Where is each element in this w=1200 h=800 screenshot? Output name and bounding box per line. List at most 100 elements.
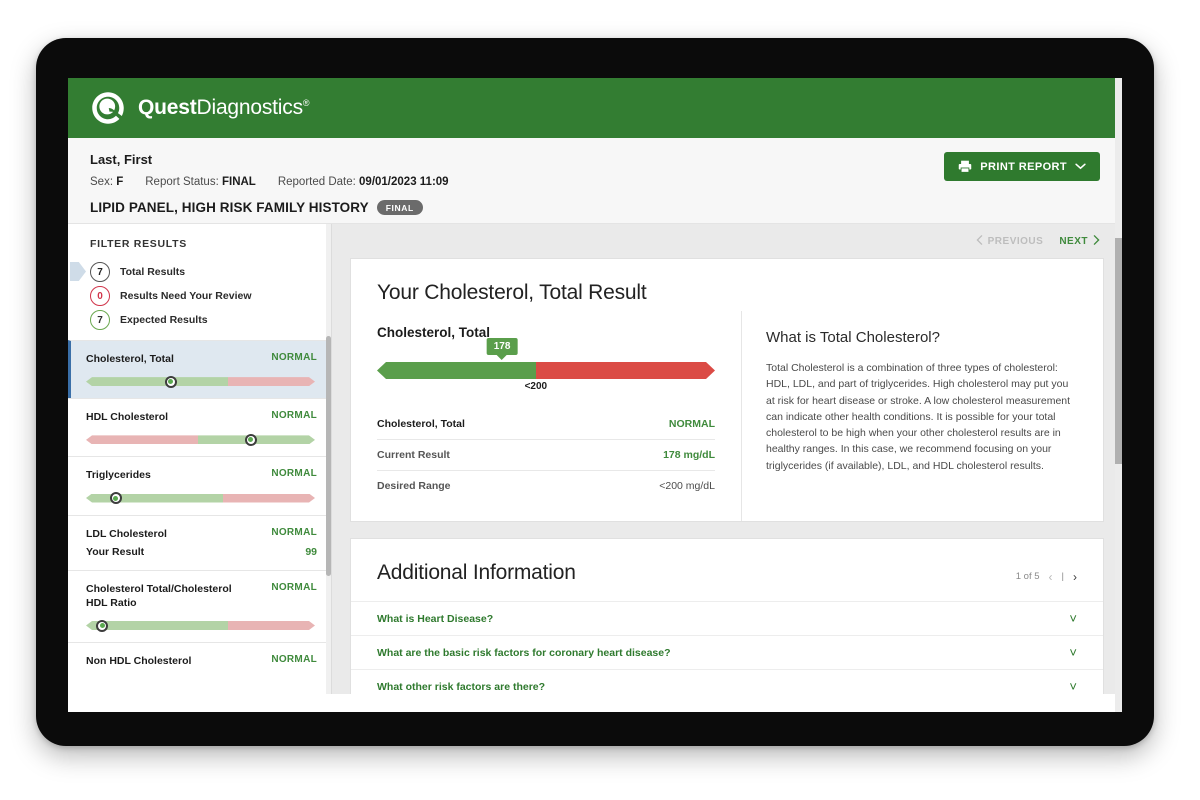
explanation-body: Total Cholesterol is a combination of th… <box>766 360 1077 474</box>
patient-sex-label: Sex: <box>90 176 113 188</box>
range-segment-abnormal <box>223 494 315 503</box>
range-segment-abnormal <box>228 377 315 386</box>
previous-result-button[interactable]: PREVIOUS <box>976 235 1044 248</box>
status-badge: NORMAL <box>271 352 317 363</box>
result-pager: PREVIOUS NEXT <box>332 224 1122 258</box>
content-area: FILTER RESULTS 7 Total Results 0 Results… <box>68 224 1122 694</box>
filter-total-results[interactable]: 7 Total Results <box>68 260 331 284</box>
patient-sex-value: F <box>116 176 123 188</box>
gauge-track <box>377 362 715 379</box>
results-sidebar: FILTER RESULTS 7 Total Results 0 Results… <box>68 224 332 694</box>
filter-results-heading: FILTER RESULTS <box>68 224 331 260</box>
printer-icon <box>958 160 972 173</box>
reported-date-label: Reported Date: <box>278 176 356 188</box>
table-row: Desired Range <200 mg/dL <box>377 471 715 501</box>
panel-title: LIPID PANEL, HIGH RISK FAMILY HISTORY <box>90 200 369 215</box>
row-value: 178 mg/dL <box>663 449 715 461</box>
list-item[interactable]: LDL Cholesterol NORMAL Your Result 99 <box>68 515 331 570</box>
table-row: Current Result 178 mg/dL <box>377 440 715 471</box>
status-badge: NORMAL <box>271 410 317 421</box>
quest-q-logo-icon <box>90 90 126 126</box>
status-badge: FINAL <box>377 200 423 215</box>
filter-needs-review[interactable]: 0 Results Need Your Review <box>68 284 331 308</box>
active-filter-marker-icon <box>70 262 86 281</box>
result-measurement-column: Cholesterol, Total 178 <200 <box>351 311 741 521</box>
list-item[interactable]: Cholesterol Total/Cholesterol HDL Ratio … <box>68 570 331 642</box>
list-item[interactable]: HDL Cholesterol NORMAL <box>68 398 331 456</box>
mini-range-track <box>86 621 315 630</box>
mini-range-track <box>86 435 315 444</box>
brand-wordmark: QuestDiagnostics® <box>138 96 309 120</box>
filter-count-badge: 7 <box>90 310 110 330</box>
patient-header: Last, First Sex: F Report Status: FINAL … <box>68 138 1122 224</box>
explanation-heading: What is Total Cholesterol? <box>766 329 1077 346</box>
row-label: Desired Range <box>377 480 451 492</box>
table-row: Cholesterol, Total NORMAL <box>377 409 715 440</box>
additional-information-pager: 1 of 5 ‹ | › <box>1016 570 1077 584</box>
range-marker-icon <box>165 376 177 388</box>
patient-sex: Sex: F <box>90 176 123 188</box>
list-item-name: Cholesterol, Total <box>86 352 174 366</box>
report-status: Report Status: FINAL <box>145 176 256 188</box>
report-status-label: Report Status: <box>145 176 219 188</box>
tablet-screen: QuestDiagnostics® Last, First Sex: F Rep… <box>68 78 1122 712</box>
chevron-right-icon <box>1093 235 1100 248</box>
range-marker-icon <box>96 620 108 632</box>
filter-count-badge: 0 <box>90 286 110 306</box>
screenshot-stage: QuestDiagnostics® Last, First Sex: F Rep… <box>0 0 1200 800</box>
result-detail-card: Your Cholesterol, Total Result Cholester… <box>350 258 1104 522</box>
result-test-name: Cholesterol, Total <box>377 325 715 340</box>
sidebar-scrollbar-thumb[interactable] <box>326 336 331 576</box>
gauge-threshold-label: <200 <box>525 381 548 392</box>
result-values-table: Cholesterol, Total NORMAL Current Result… <box>377 409 715 501</box>
sidebar-inner: FILTER RESULTS 7 Total Results 0 Results… <box>68 224 331 680</box>
status-badge: NORMAL <box>271 527 317 538</box>
brand-name-bold: Quest <box>138 96 197 119</box>
chevron-right-icon[interactable]: › <box>1073 570 1077 584</box>
filter-expected-results[interactable]: 7 Expected Results <box>68 308 331 332</box>
filter-label: Total Results <box>120 266 185 278</box>
brand-trademark: ® <box>303 98 309 108</box>
filter-label: Results Need Your Review <box>120 290 252 302</box>
chevron-down-icon[interactable]: ˅ <box>1069 612 1077 625</box>
additional-information-title: Additional Information <box>377 561 576 585</box>
brand-name-light: Diagnostics <box>197 96 303 119</box>
accordion-item-heart-disease[interactable]: What is Heart Disease? ˅ <box>351 601 1103 635</box>
page-scrollbar-thumb[interactable] <box>1115 238 1122 464</box>
gauge-value-flag: 178 <box>487 338 518 355</box>
list-item-header: LDL Cholesterol NORMAL <box>86 527 317 541</box>
status-badge: NORMAL <box>271 468 317 479</box>
next-label: NEXT <box>1059 236 1088 247</box>
list-item-name: Triglycerides <box>86 468 151 482</box>
accordion-item-other-risk-factors[interactable]: What other risk factors are there? ˅ <box>351 669 1103 694</box>
list-item-name: Cholesterol Total/Cholesterol HDL Ratio <box>86 582 246 610</box>
your-result-value: 99 <box>305 546 317 558</box>
row-value: NORMAL <box>669 418 715 430</box>
list-item-subrow: Your Result 99 <box>86 546 317 558</box>
page-scrollbar[interactable] <box>1115 78 1122 712</box>
print-report-label: PRINT REPORT <box>980 161 1067 173</box>
list-item-name: HDL Cholesterol <box>86 410 168 424</box>
mini-range-bar <box>86 494 315 503</box>
tablet-device-frame: QuestDiagnostics® Last, First Sex: F Rep… <box>36 38 1154 746</box>
page-title: Your Cholesterol, Total Result <box>351 259 1103 311</box>
chevron-down-icon[interactable]: ˅ <box>1069 680 1077 693</box>
gauge-segment-normal <box>377 362 536 379</box>
next-result-button[interactable]: NEXT <box>1059 235 1100 248</box>
list-item-header: Non HDL Cholesterol NORMAL <box>86 654 317 668</box>
chevron-left-icon[interactable]: ‹ <box>1049 570 1053 584</box>
sidebar-scrollbar[interactable] <box>326 224 331 694</box>
previous-label: PREVIOUS <box>988 236 1044 247</box>
range-segment-abnormal <box>228 621 315 630</box>
print-report-button[interactable]: PRINT REPORT <box>944 152 1100 181</box>
range-segment-normal <box>86 494 223 503</box>
list-item[interactable]: Triglycerides NORMAL <box>68 456 331 514</box>
filter-count-badge: 7 <box>90 262 110 282</box>
brand-header: QuestDiagnostics® <box>68 78 1122 138</box>
row-value: <200 mg/dL <box>659 480 715 492</box>
accordion-item-basic-risk-factors[interactable]: What are the basic risk factors for coro… <box>351 635 1103 669</box>
chevron-down-icon[interactable]: ˅ <box>1069 646 1077 659</box>
list-item[interactable]: Cholesterol, Total NORMAL <box>68 340 331 398</box>
reported-date-value: 09/01/2023 11:09 <box>359 176 449 188</box>
list-item[interactable]: Non HDL Cholesterol NORMAL <box>68 642 331 680</box>
